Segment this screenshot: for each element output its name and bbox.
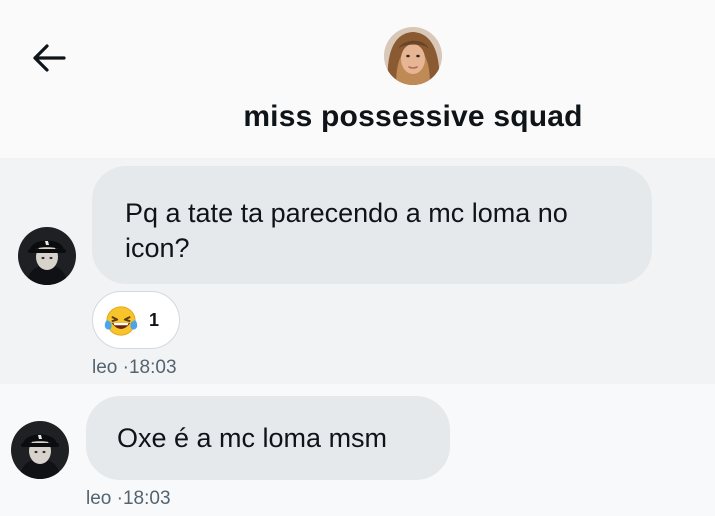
message-bubble[interactable]: Oxe é a mc loma msm	[86, 396, 450, 480]
sender-avatar[interactable]	[18, 227, 76, 285]
laughing-with-tears-emoji-icon	[104, 306, 138, 336]
message-time: 18:03	[122, 488, 171, 509]
message-time: 18:03	[128, 357, 177, 378]
sender-name: leo	[92, 357, 118, 378]
conversation-title: miss possessive squad	[243, 100, 583, 133]
message-meta: leo ·18:03	[92, 357, 177, 379]
back-button[interactable]	[28, 38, 72, 78]
sender-avatar[interactable]	[11, 421, 69, 479]
message-bubble[interactable]: Pq a tate ta parecendo a mc loma no icon…	[92, 166, 652, 284]
message-text: Oxe é a mc loma msm	[117, 423, 388, 453]
message-meta: leo ·18:03	[86, 488, 171, 510]
reaction-count: 1	[149, 310, 160, 330]
reaction-chip[interactable]: 1	[92, 291, 180, 349]
message-text: Pq a tate ta parecendo a mc loma no icon…	[125, 198, 568, 263]
back-arrow-icon[interactable]	[28, 38, 72, 78]
sender-name: leo	[86, 488, 112, 509]
group-avatar[interactable]	[384, 27, 442, 85]
conversation-header: miss possessive squad	[0, 0, 715, 158]
